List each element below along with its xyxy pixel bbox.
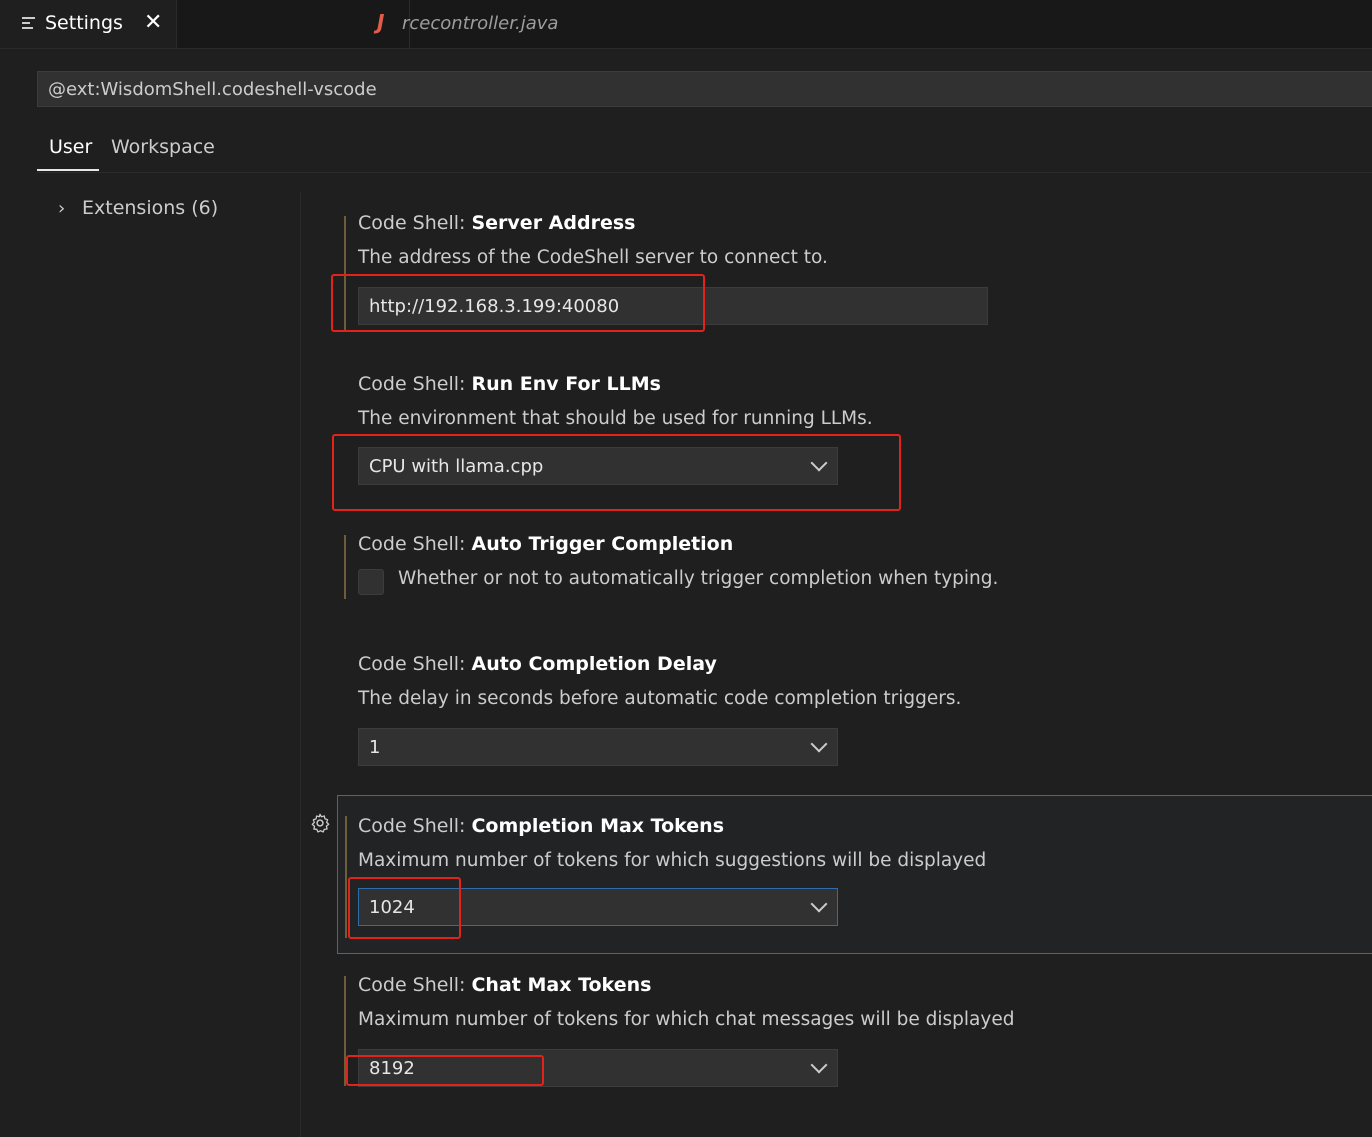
annotation-box-completion-tokens (348, 877, 461, 939)
annotation-box-server-address (331, 274, 705, 332)
tab-java-label: rcecontroller.java (402, 13, 559, 34)
modified-indicator (345, 816, 347, 938)
gear-icon[interactable] (309, 812, 331, 834)
setting-auto-completion-delay: Code Shell: Auto Completion Delay The de… (337, 637, 1372, 787)
setting-title: Code Shell: Server Address (358, 212, 636, 234)
auto-trigger-checkbox[interactable] (358, 569, 384, 595)
chevron-right-icon: › (58, 197, 66, 219)
setting-completion-max-tokens: Code Shell: Completion Max Tokens Maximu… (337, 795, 1372, 954)
setting-description: The environment that should be used for … (358, 408, 873, 429)
chevron-down-icon (810, 735, 828, 753)
completion-delay-select[interactable]: 1 (358, 728, 838, 766)
setting-description: Maximum number of tokens for which chat … (358, 1009, 1015, 1030)
close-icon[interactable]: ✕ (144, 10, 162, 35)
toc-divider (300, 192, 301, 1137)
settings-search-input[interactable]: @ext:WisdomShell.codeshell-vscode (37, 71, 1372, 107)
setting-title: Code Shell: Auto Trigger Completion (358, 533, 734, 555)
setting-description: Whether or not to automatically trigger … (398, 568, 999, 589)
setting-description: The delay in seconds before automatic co… (358, 688, 962, 709)
annotation-box-chat-tokens (346, 1055, 544, 1086)
tab-rcecontroller-java[interactable]: J rcecontroller.java (177, 0, 558, 48)
selected-tab-indicator (37, 169, 99, 171)
setting-auto-trigger-completion: Code Shell: Auto Trigger Completion Whet… (337, 517, 1372, 617)
setting-title: Code Shell: Completion Max Tokens (358, 815, 725, 837)
toc-item-extensions[interactable]: › Extensions (6) (58, 197, 218, 219)
annotation-box-run-env (332, 434, 901, 511)
tab-settings[interactable]: Settings ✕ (0, 0, 177, 48)
modified-indicator (344, 535, 346, 599)
setting-title: Code Shell: Run Env For LLMs (358, 373, 661, 395)
chevron-down-icon (810, 895, 828, 913)
search-query: @ext:WisdomShell.codeshell-vscode (48, 79, 377, 100)
tab-user[interactable]: User (49, 136, 92, 158)
settings-editor-icon (22, 17, 35, 29)
java-icon: J (377, 10, 385, 34)
tab-workspace[interactable]: Workspace (111, 136, 215, 158)
tab-settings-label: Settings (45, 12, 123, 34)
toc-item-label: Extensions (6) (82, 197, 219, 219)
setting-description: The address of the CodeShell server to c… (358, 247, 828, 268)
setting-title: Code Shell: Auto Completion Delay (358, 653, 717, 675)
chevron-down-icon (810, 1056, 828, 1074)
settings-scope-tabs: User Workspace (37, 128, 1372, 173)
editor-tab-bar: Settings ✕ J rcecontroller.java (0, 0, 1372, 49)
setting-title: Code Shell: Chat Max Tokens (358, 974, 652, 996)
select-value: 1 (369, 737, 381, 758)
setting-description: Maximum number of tokens for which sugge… (358, 850, 987, 871)
